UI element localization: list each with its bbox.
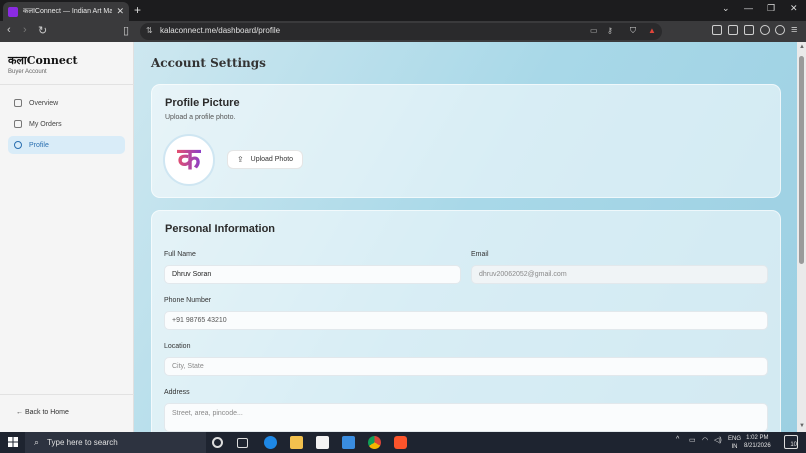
taskbar-search-placeholder: Type here to search [47,438,118,447]
rewards-icon[interactable]: ▲ [648,26,656,35]
lang-bottom: IN [731,444,738,450]
page: कलाConnect Buyer Account Overview My Ord… [0,42,806,432]
sidebar-item-label: My Orders [29,120,62,128]
upload-photo-label: Upload Photo [250,156,294,163]
extensions-icon[interactable] [712,25,722,35]
sidebar-item-profile[interactable]: Profile [8,136,125,154]
avatar[interactable]: क [163,134,215,186]
restore-icon[interactable]: ❐ [767,3,775,14]
wallet-icon[interactable] [744,25,754,35]
upload-photo-button[interactable]: ⇪ Upload Photo [227,150,303,169]
back-icon[interactable]: ‹ [7,24,11,36]
close-icon[interactable]: ✕ [116,6,124,17]
file-explorer-icon[interactable] [290,436,303,449]
language-indicator[interactable]: ENG IN [728,435,741,451]
battery-icon[interactable]: ▭ [689,436,696,444]
chrome-icon[interactable] [368,436,381,449]
sidebar-item-label: Overview [29,99,59,107]
brave-icon[interactable] [394,436,407,449]
account-type: Buyer Account [8,69,47,75]
phone-label: Phone Number [164,297,212,304]
location-label: Location [164,343,191,350]
chevron-down-icon[interactable]: ⌄ [722,3,730,14]
back-to-home-link[interactable]: ← Back to Home [16,409,69,416]
sidebar-item-overview[interactable]: Overview [8,94,125,112]
location-field[interactable]: City, State [164,357,768,376]
cast-icon[interactable]: ▭ [590,26,598,35]
clock-date: 8/21/2026 [744,443,771,449]
full-name-label: Full Name [164,251,196,258]
sidebar-toggle-icon[interactable] [728,25,738,35]
divider [0,394,134,395]
full-name-field[interactable]: Dhruv Soran [164,265,461,284]
sidebar: कलाConnect Buyer Account Overview My Ord… [0,42,134,432]
clock[interactable]: 1:02 PM 8/21/2026 [744,434,771,450]
new-tab-icon[interactable]: + [134,3,141,17]
forward-icon[interactable]: › [23,24,27,36]
card-title: Profile Picture [165,97,240,109]
scroll-down-icon[interactable]: ▼ [799,423,805,429]
leo-icon[interactable] [760,25,770,35]
url-text: kalaconnect.me/dashboard/profile [160,26,281,35]
bookmark-icon[interactable]: ▯ [123,24,129,37]
wifi-icon[interactable]: ◠ [702,436,708,444]
taskbar: ⌕ Type here to search ^ ▭ ◠ ◁) ENG IN 1:… [0,432,806,453]
vpn-icon[interactable] [775,25,785,35]
phone-field[interactable]: +91 98765 43210 [164,311,768,330]
lang-top: ENG [728,436,742,442]
search-icon: ⌕ [34,437,40,447]
sidebar-item-label: Profile [29,141,49,149]
brand-logo[interactable]: कलाConnect [8,53,78,68]
address-field[interactable]: Street, area, pincode... [164,403,768,432]
edge-icon[interactable] [264,436,277,449]
address-label: Address [164,389,190,396]
mail-icon[interactable] [342,436,355,449]
user-icon [14,141,22,149]
site-info-icon[interactable]: ⇅ [146,26,153,35]
page-title: Account Settings [151,56,266,70]
browser-tab-bar: कलाConnect — Indian Art Mark… ✕ + ⌄ — ❐ … [0,0,806,21]
store-icon[interactable] [316,436,329,449]
window-close-icon[interactable]: ✕ [790,3,798,14]
menu-icon[interactable]: ≡ [791,24,797,36]
card-icon [14,120,22,128]
cortana-icon[interactable] [212,437,223,448]
email-field[interactable]: dhruv20062052@gmail.com [471,265,768,284]
email-label: Email [471,251,489,258]
minimize-icon[interactable]: — [744,3,753,13]
upload-icon: ⇪ [236,155,244,164]
divider [0,84,134,85]
chevron-up-icon[interactable]: ^ [676,436,679,443]
profile-picture-card: Profile Picture Upload a profile photo. [151,84,781,198]
browser-toolbar: ‹ › ↻ ▯ ⇅ kalaconnect.me/dashboard/profi… [0,21,806,42]
scroll-up-icon[interactable]: ▲ [799,44,805,50]
tab-title: कलाConnect — Indian Art Mark… [23,8,113,15]
reload-icon[interactable]: ↻ [38,24,47,37]
task-view-icon[interactable] [237,438,248,448]
windows-start-icon[interactable] [8,437,18,447]
card-title: Personal Information [165,223,276,235]
card-subtitle: Upload a profile photo. [165,114,236,121]
notification-icon[interactable]: 10 [784,435,798,449]
shield-icon[interactable]: ⛉ [630,26,636,36]
address-bar[interactable]: ⇅ kalaconnect.me/dashboard/profile ▭ ⚷ ⛉… [140,23,662,40]
sidebar-item-my-orders[interactable]: My Orders [8,115,125,133]
browser-tab[interactable]: कलाConnect — Indian Art Mark… ✕ [3,2,129,21]
volume-icon[interactable]: ◁) [714,436,722,444]
grid-icon [14,99,22,107]
scrollbar-thumb[interactable] [799,56,804,264]
clock-time: 1:02 PM [746,435,769,441]
key-icon[interactable]: ⚷ [607,26,613,35]
avatar-glyph: क [177,142,201,177]
taskbar-search[interactable]: ⌕ Type here to search [25,432,206,453]
favicon-icon [8,6,18,17]
